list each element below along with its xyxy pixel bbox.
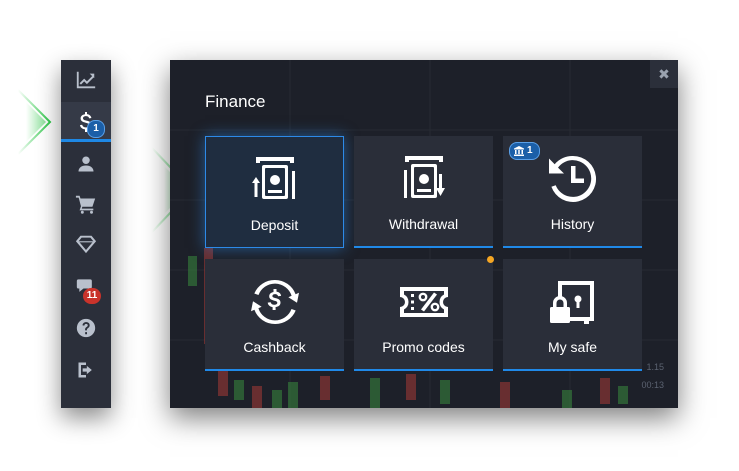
sidebar-item-profile[interactable]	[61, 144, 111, 184]
my-safe-label: My safe	[547, 339, 597, 355]
safe-icon	[546, 275, 600, 329]
sidebar-item-help[interactable]	[61, 308, 111, 348]
withdrawal-label: Withdrawal	[388, 216, 459, 232]
pointer-arrow-sidebar	[16, 88, 54, 156]
finance-panel: Finance ✖ 1.15 00:13 Deposit Withdrawal …	[170, 60, 678, 408]
bank-icon	[514, 146, 524, 156]
sidebar-item-finance[interactable]: 1	[61, 102, 111, 142]
atm-withdraw-icon	[397, 152, 451, 206]
chart-line-icon	[76, 71, 96, 89]
panel-title: Finance	[205, 92, 266, 111]
help-icon	[76, 318, 96, 338]
user-icon	[78, 156, 94, 172]
time-label: 00:13	[641, 380, 664, 390]
promo-codes-label: Promo codes	[382, 339, 465, 355]
diamond-icon	[75, 235, 97, 254]
deposit-label: Deposit	[250, 217, 299, 233]
promo-codes-tile[interactable]: Promo codes	[354, 256, 494, 371]
atm-deposit-icon	[248, 153, 302, 207]
logout-icon	[78, 362, 92, 378]
promo-notification-dot	[487, 256, 494, 263]
cashback-icon	[248, 275, 302, 329]
sidebar-item-achievements[interactable]	[61, 224, 111, 264]
history-icon	[546, 152, 600, 206]
sidebar-item-market[interactable]	[61, 184, 111, 224]
history-badge: 1	[509, 142, 540, 160]
history-label: History	[550, 216, 595, 232]
my-safe-tile[interactable]: My safe	[503, 259, 642, 371]
price-label: 1.15	[646, 362, 664, 372]
sidebar-item-logout[interactable]	[61, 350, 111, 390]
history-badge-count: 1	[527, 145, 533, 156]
cashback-tile[interactable]: Cashback	[205, 259, 344, 371]
deposit-tile[interactable]: Deposit	[205, 136, 344, 248]
withdrawal-tile[interactable]: Withdrawal	[354, 136, 493, 248]
finance-badge: 1	[87, 120, 105, 138]
chat-badge: 11	[83, 288, 101, 304]
cart-icon	[75, 195, 96, 214]
history-tile[interactable]: 1 History	[503, 136, 642, 248]
sidebar-item-trading[interactable]	[61, 60, 111, 100]
close-button[interactable]: ✖	[650, 60, 678, 88]
promo-coupon-icon	[397, 275, 451, 329]
cashback-label: Cashback	[243, 339, 306, 355]
sidebar: 1 11	[61, 60, 111, 408]
sidebar-item-chat[interactable]: 11	[61, 266, 111, 306]
